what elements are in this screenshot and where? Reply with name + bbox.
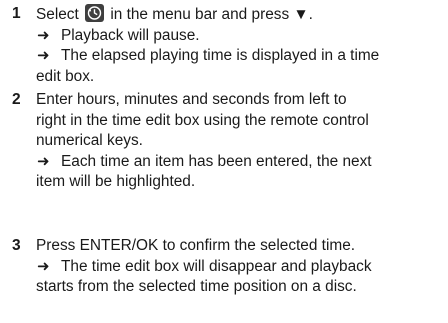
result-line: ➜ Playback will pause. xyxy=(36,26,444,47)
arrow-icon: ➜ xyxy=(37,152,50,170)
instruction-page: 1 Select in the menu bar and press ▼. ➜ P… xyxy=(0,0,448,323)
result-line: ➜ Each time an item has been entered, the… xyxy=(36,152,444,173)
result-text: Playback will pause. xyxy=(61,26,200,44)
result-continuation: edit box. xyxy=(36,67,95,85)
step-text: Select in the menu bar and press ▼. ➜ Pla… xyxy=(36,4,444,87)
result-continuation: starts from the selected time position o… xyxy=(36,278,357,296)
step-instruction: Press ENTER/OK to confirm the selected t… xyxy=(36,237,356,254)
step-number: 3 xyxy=(12,237,21,254)
result-continuation: item will be highlighted. xyxy=(36,173,196,191)
step-instruction: right in the time edit box using the rem… xyxy=(36,111,369,129)
time-search-icon xyxy=(85,4,105,22)
arrow-icon: ➜ xyxy=(37,26,50,44)
step-instruction: Select in the menu bar and press ▼. xyxy=(36,4,444,26)
instruction-text: in the menu bar and press ▼. xyxy=(106,6,313,23)
arrow-icon: ➜ xyxy=(37,257,50,275)
result-line: ➜ The time edit box will disappear and pl… xyxy=(36,257,444,278)
step-instruction: numerical keys. xyxy=(36,132,143,150)
step-text: Enter hours, minutes and seconds from le… xyxy=(36,90,444,193)
result-line: ➜ The elapsed playing time is displayed i… xyxy=(36,46,444,67)
step-number: 2 xyxy=(12,91,21,108)
instruction-text: Select xyxy=(36,6,84,23)
step-instruction: Enter hours, minutes and seconds from le… xyxy=(36,91,347,108)
result-text: The time edit box will disappear and pla… xyxy=(61,257,372,275)
step-text: Press ENTER/OK to confirm the selected t… xyxy=(36,236,444,298)
result-text: Each time an item has been entered, the … xyxy=(61,152,372,170)
result-text: The elapsed playing time is displayed in… xyxy=(61,47,380,65)
arrow-icon: ➜ xyxy=(37,47,50,65)
step-number: 1 xyxy=(12,5,21,22)
